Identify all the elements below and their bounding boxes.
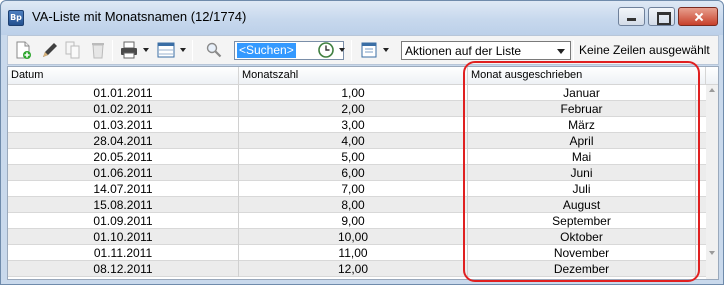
column-header-monat-ausgeschrieben[interactable]: Monat ausgeschrieben xyxy=(468,67,706,85)
table-row[interactable]: 01.11.2011 11,00 November xyxy=(8,245,706,261)
cell-monat-ausgeschrieben[interactable]: März xyxy=(468,117,696,133)
toolbar-separator xyxy=(112,40,113,61)
app-window: Bp VA-Liste mit Monatsnamen (12/1774) <S… xyxy=(0,0,724,285)
cell-monat-ausgeschrieben[interactable]: Mai xyxy=(468,149,696,165)
data-grid: Datum Monatszahl Monat ausgeschrieben 01… xyxy=(7,66,719,280)
cell-monatszahl[interactable]: 9,00 xyxy=(239,213,468,229)
cell-monat-ausgeschrieben[interactable]: November xyxy=(468,245,696,261)
cell-datum[interactable]: 28.04.2011 xyxy=(8,133,239,149)
cell-monatszahl[interactable]: 12,00 xyxy=(239,261,468,277)
column-header-datum[interactable]: Datum xyxy=(8,67,239,85)
cell-monat-ausgeschrieben[interactable]: Juli xyxy=(468,181,696,197)
cell-datum[interactable]: 01.11.2011 xyxy=(8,245,239,261)
cell-datum[interactable]: 01.06.2011 xyxy=(8,165,239,181)
table-row[interactable]: 15.08.2011 8,00 August xyxy=(8,197,706,213)
grid-header: Datum Monatszahl Monat ausgeschrieben xyxy=(8,67,718,85)
cell-datum[interactable]: 20.05.2011 xyxy=(8,149,239,165)
cell-datum[interactable]: 15.08.2011 xyxy=(8,197,239,213)
actions-dropdown-value: Aktionen auf der Liste xyxy=(405,44,522,58)
minimize-button[interactable] xyxy=(618,7,645,26)
table-view-dropdown-arrow[interactable] xyxy=(180,48,186,52)
table-row[interactable]: 14.07.2011 7,00 Juli xyxy=(8,181,706,197)
cell-datum[interactable]: 01.01.2011 xyxy=(8,85,239,101)
cell-monatszahl[interactable]: 6,00 xyxy=(239,165,468,181)
actions-dropdown[interactable]: Aktionen auf der Liste xyxy=(401,41,571,60)
cell-monatszahl[interactable]: 1,00 xyxy=(239,85,468,101)
selection-status: Keine Zeilen ausgewählt xyxy=(579,43,710,57)
add-document-icon[interactable] xyxy=(13,40,33,60)
cell-monat-ausgeschrieben[interactable]: April xyxy=(468,133,696,149)
app-icon[interactable]: Bp xyxy=(8,10,24,26)
cell-monat-ausgeschrieben[interactable]: Februar xyxy=(468,101,696,117)
scroll-up-icon[interactable] xyxy=(709,88,715,92)
close-icon xyxy=(679,8,717,25)
cell-monat-ausgeschrieben[interactable]: Dezember xyxy=(468,261,696,277)
cell-monatszahl[interactable]: 3,00 xyxy=(239,117,468,133)
maximize-icon xyxy=(649,8,674,25)
maximize-button[interactable] xyxy=(648,7,675,26)
print-dropdown-arrow[interactable] xyxy=(143,48,149,52)
close-button[interactable] xyxy=(678,7,718,26)
cell-monat-ausgeschrieben[interactable]: Januar xyxy=(468,85,696,101)
print-icon[interactable] xyxy=(119,40,139,60)
copy-document-icon[interactable] xyxy=(63,40,83,60)
cell-datum[interactable]: 08.12.2011 xyxy=(8,261,239,277)
cell-datum[interactable]: 01.10.2011 xyxy=(8,229,239,245)
table-row[interactable]: 08.12.2011 12,00 Dezember xyxy=(8,261,706,277)
table-row[interactable]: 01.03.2011 3,00 März xyxy=(8,117,706,133)
table-row[interactable]: 20.05.2011 5,00 Mai xyxy=(8,149,706,165)
cell-monatszahl[interactable]: 7,00 xyxy=(239,181,468,197)
cell-monatszahl[interactable]: 11,00 xyxy=(239,245,468,261)
cell-datum[interactable]: 01.02.2011 xyxy=(8,101,239,117)
table-row[interactable]: 01.09.2011 9,00 September xyxy=(8,213,706,229)
toolbar-separator xyxy=(192,40,193,61)
export-dropdown-arrow[interactable] xyxy=(383,48,389,52)
chevron-down-icon xyxy=(557,49,565,54)
table-row[interactable]: 01.06.2011 6,00 Juni xyxy=(8,165,706,181)
minimize-icon xyxy=(619,8,644,25)
toolbar: <Suchen> Aktionen auf der Liste Keine Ze… xyxy=(7,35,719,65)
cell-monat-ausgeschrieben[interactable]: Juni xyxy=(468,165,696,181)
search-placeholder: <Suchen> xyxy=(237,43,296,58)
history-dropdown-arrow[interactable] xyxy=(339,48,345,52)
table-row[interactable]: 01.10.2011 10,00 Oktober xyxy=(8,229,706,245)
cell-monatszahl[interactable]: 5,00 xyxy=(239,149,468,165)
scroll-down-icon[interactable] xyxy=(709,251,715,255)
toolbar-separator xyxy=(573,40,574,61)
table-row[interactable]: 01.02.2011 2,00 Februar xyxy=(8,101,706,117)
vertical-scrollbar[interactable] xyxy=(706,85,718,279)
toolbar-separator xyxy=(351,40,352,61)
table-view-icon[interactable] xyxy=(156,40,176,60)
cell-monat-ausgeschrieben[interactable]: August xyxy=(468,197,696,213)
cell-monat-ausgeschrieben[interactable]: September xyxy=(468,213,696,229)
cell-datum[interactable]: 01.03.2011 xyxy=(8,117,239,133)
column-header-monatszahl[interactable]: Monatszahl xyxy=(239,67,468,85)
cell-datum[interactable]: 01.09.2011 xyxy=(8,213,239,229)
export-list-icon[interactable] xyxy=(359,40,379,60)
delete-trash-icon[interactable] xyxy=(88,40,108,60)
cell-monatszahl[interactable]: 2,00 xyxy=(239,101,468,117)
cell-monatszahl[interactable]: 10,00 xyxy=(239,229,468,245)
window-title: VA-Liste mit Monatsnamen (12/1774) xyxy=(32,9,247,24)
search-icon[interactable] xyxy=(204,40,224,60)
cell-datum[interactable]: 14.07.2011 xyxy=(8,181,239,197)
cell-monatszahl[interactable]: 8,00 xyxy=(239,197,468,213)
history-clock-icon[interactable] xyxy=(316,40,336,60)
edit-pencil-icon[interactable] xyxy=(39,40,59,60)
cell-monat-ausgeschrieben[interactable]: Oktober xyxy=(468,229,696,245)
cell-monatszahl[interactable]: 4,00 xyxy=(239,133,468,149)
table-row[interactable]: 01.01.2011 1,00 Januar xyxy=(8,85,706,101)
table-row[interactable]: 28.04.2011 4,00 April xyxy=(8,133,706,149)
title-bar[interactable]: Bp VA-Liste mit Monatsnamen (12/1774) xyxy=(1,1,723,35)
